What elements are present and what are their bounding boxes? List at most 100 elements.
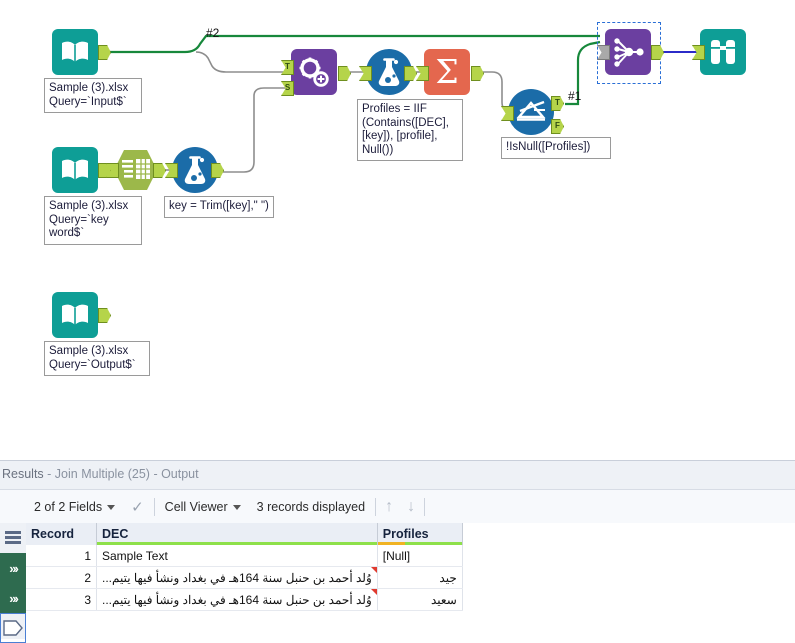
- apply-fields-button[interactable]: ✓: [123, 490, 152, 524]
- results-toolbar[interactable]: 2 of 2 Fields ✓ Cell Viewer 3 records di…: [0, 489, 795, 525]
- input-anchor[interactable]: [359, 66, 372, 81]
- output-anchor[interactable]: [338, 66, 351, 81]
- tool-summarize[interactable]: Σ: [424, 49, 470, 95]
- input-anchor-target[interactable]: T: [281, 60, 294, 75]
- svg-text:Σ: Σ: [435, 55, 458, 89]
- chevron-down-icon[interactable]: [232, 504, 241, 510]
- annotation-input-3: Sample (3).xlsx Query=`Output$`: [44, 341, 150, 376]
- workflow-canvas[interactable]: Sample (3).xlsx Query=`Input$` #2 T S Pr…: [0, 0, 795, 460]
- cell-dec[interactable]: وُلد أحمد بن حنبل سنة 164هـ في بغداد ونش…: [96, 566, 378, 589]
- chevron-down-icon[interactable]: [107, 504, 116, 510]
- input-anchor[interactable]: [692, 45, 705, 60]
- anchor-chevrons-icon: »›: [9, 590, 18, 606]
- output-anchor-false[interactable]: F: [551, 119, 564, 134]
- fields-label: 2 of 2 Fields: [34, 500, 103, 514]
- results-output-anchor-button[interactable]: [0, 613, 26, 643]
- input-anchor-source[interactable]: S: [281, 81, 294, 96]
- input-anchor[interactable]: [416, 66, 429, 81]
- results-title-rest: - Join Multiple (25) - Output: [43, 467, 199, 481]
- output-anchor[interactable]: [651, 45, 664, 60]
- tool-find-replace[interactable]: [291, 49, 337, 95]
- input-anchor[interactable]: [165, 163, 178, 178]
- filter-icon: [508, 89, 554, 135]
- cell-profiles[interactable]: جيد: [377, 566, 463, 589]
- tool-filter[interactable]: [508, 89, 554, 135]
- check-icon: ✓: [131, 498, 144, 516]
- tool-browse[interactable]: [700, 29, 746, 75]
- table-row[interactable]: 3 وُلد أحمد بن حنبل سنة 164هـ في بغداد و…: [26, 588, 463, 611]
- cell-record: 2: [26, 566, 97, 589]
- summarize-icon: Σ: [424, 49, 470, 95]
- output-anchor[interactable]: [404, 66, 417, 81]
- anchor-chevrons-icon: »›: [9, 560, 18, 576]
- input-data-icon: [52, 29, 98, 75]
- tool-join-multiple[interactable]: [605, 29, 651, 75]
- scroll-down-button[interactable]: ↓: [400, 499, 422, 515]
- results-list-view-button[interactable]: [0, 523, 26, 553]
- browse-binoculars-icon: [700, 29, 746, 75]
- annotation-input-1: Sample (3).xlsx Query=`Input$`: [44, 78, 142, 113]
- tool-input-data-output-sheet[interactable]: [52, 292, 98, 338]
- column-header-profiles[interactable]: Profiles: [377, 523, 463, 545]
- results-anchor-button-1[interactable]: »›: [0, 553, 26, 583]
- fields-selector[interactable]: 2 of 2 Fields: [26, 490, 123, 524]
- cell-profiles[interactable]: سعيد: [377, 588, 463, 611]
- input-data-icon: [52, 292, 98, 338]
- input-data-icon: [52, 147, 98, 193]
- results-anchor-button-2[interactable]: »›: [0, 583, 26, 613]
- annotation-filter: !IsNull([Profiles]): [501, 137, 611, 159]
- output-anchor[interactable]: [153, 163, 166, 178]
- cell-profiles[interactable]: [Null]: [377, 545, 463, 567]
- results-table: Record DEC Profiles 1 Sample Text [Null]…: [26, 523, 463, 611]
- join-multiple-icon: [605, 29, 651, 75]
- output-pentagon-icon: [3, 620, 23, 636]
- anchor-label-f: F: [555, 121, 560, 130]
- cell-record: 1: [26, 545, 97, 567]
- output-anchor[interactable]: [211, 163, 224, 178]
- output-anchor[interactable]: [471, 66, 484, 81]
- tool-select[interactable]: [113, 148, 158, 192]
- anchor-label-t: T: [285, 62, 290, 71]
- cell-truncated-flag-icon: [370, 567, 377, 573]
- data-quality-bar: [97, 542, 377, 545]
- tool-input-data-keyword-sheet[interactable]: [52, 147, 98, 193]
- anchor-label-s: S: [284, 83, 291, 92]
- anchor-label-t: T: [555, 98, 560, 107]
- scroll-up-button[interactable]: ↑: [378, 499, 400, 515]
- column-header-dec[interactable]: DEC: [96, 523, 378, 545]
- cell-dec[interactable]: وُلد أحمد بن حنبل سنة 164هـ في بغداد ونش…: [96, 588, 378, 611]
- results-data-grid[interactable]: Record DEC Profiles 1 Sample Text [Null]…: [26, 523, 795, 639]
- find-replace-icon: [291, 49, 337, 95]
- select-icon: [114, 150, 157, 190]
- list-icon: [5, 531, 21, 544]
- output-anchor[interactable]: [98, 45, 111, 60]
- input-anchor[interactable]: [501, 106, 514, 121]
- cell-record: 3: [26, 588, 97, 611]
- wire-label-2: #2: [206, 26, 220, 40]
- cell-viewer-selector[interactable]: Cell Viewer: [157, 490, 249, 524]
- annotation-formula-profiles: Profiles = IIF (Contains([DEC], [key]), …: [357, 99, 463, 161]
- annotation-formula-trim: key = Trim([key]," "): [164, 196, 274, 218]
- table-row[interactable]: 2 وُلد أحمد بن حنبل سنة 164هـ في بغداد و…: [26, 566, 463, 589]
- toolbar-divider: [375, 498, 377, 516]
- toolbar-divider: [424, 498, 426, 516]
- toolbar-divider: [153, 498, 155, 516]
- results-title-bar: Results - Join Multiple (25) - Output: [0, 461, 795, 487]
- table-header-row: Record DEC Profiles: [26, 523, 463, 545]
- records-displayed-label: 3 records displayed: [256, 500, 366, 514]
- column-header-record[interactable]: Record: [26, 523, 97, 545]
- cell-viewer-label: Cell Viewer: [164, 500, 228, 514]
- results-title-prefix: Results: [2, 467, 44, 481]
- table-row[interactable]: 1 Sample Text [Null]: [26, 545, 463, 567]
- data-quality-bar: [377, 542, 462, 545]
- output-anchor-true[interactable]: T: [551, 96, 564, 111]
- annotation-input-2: Sample (3).xlsx Query=`key word$`: [44, 196, 142, 245]
- output-anchor[interactable]: [98, 308, 111, 323]
- cell-dec[interactable]: Sample Text: [96, 545, 378, 567]
- results-panel[interactable]: Results - Join Multiple (25) - Output 2 …: [0, 460, 795, 643]
- tool-input-data-input-sheet[interactable]: [52, 29, 98, 75]
- wire-label-1: #1: [568, 89, 582, 103]
- results-side-rail[interactable]: »› »›: [0, 523, 26, 643]
- cell-truncated-flag-icon: [370, 589, 377, 595]
- data-quality-warning-segment: [377, 542, 406, 545]
